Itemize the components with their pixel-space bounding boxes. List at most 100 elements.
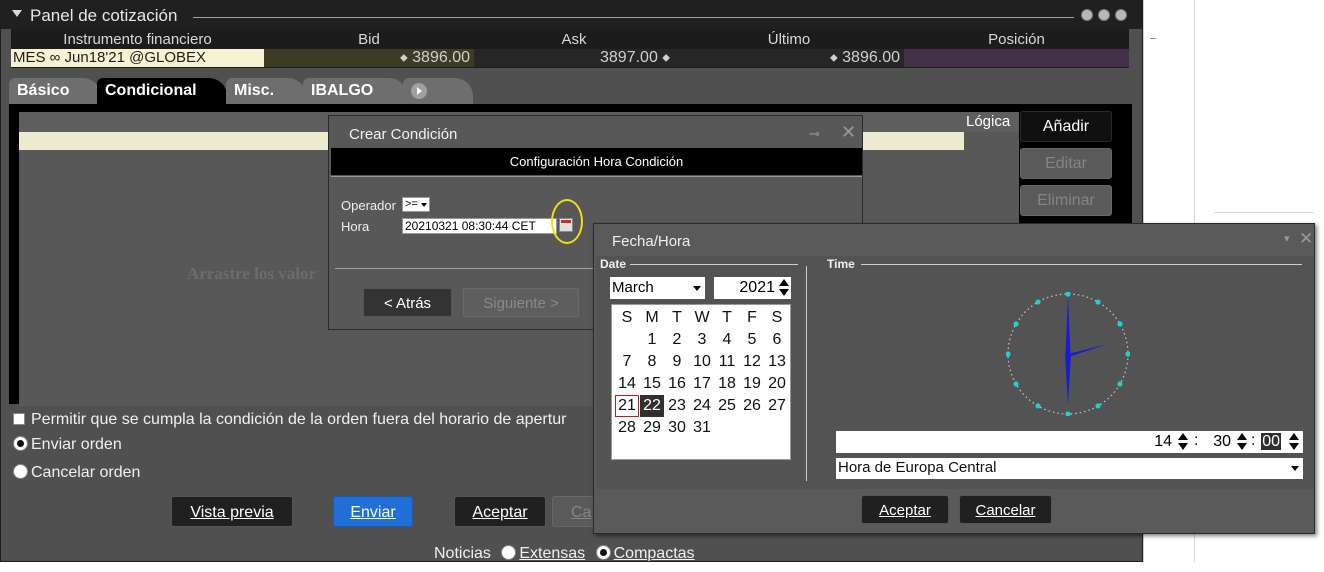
operator-select[interactable]: >= [402, 197, 430, 212]
help-icon[interactable] [1115, 9, 1127, 21]
news-extended-label[interactable]: Extensas [519, 545, 585, 561]
calendar-day[interactable]: 4 [715, 329, 739, 351]
calendar-day[interactable]: 28 [615, 417, 639, 439]
accept-button[interactable]: Aceptar [454, 496, 546, 527]
add-condition-button[interactable]: Añadir [1020, 111, 1112, 142]
send-button[interactable]: Enviar [333, 496, 413, 527]
wrench-icon[interactable] [1098, 9, 1110, 21]
calendar-grid: S M T W T F S 1 2 3 4 5 6 7 8 9 10 11 12 13 14 15 16 17 18 19 20 21… [611, 304, 791, 460]
news-compact-radio[interactable] [595, 545, 611, 560]
tab-ibalgo[interactable]: IBALGO [303, 78, 407, 104]
close-icon[interactable]: ✕ [1299, 229, 1313, 249]
time-colon: : [1251, 432, 1256, 449]
calendar-day[interactable]: 29 [640, 417, 664, 439]
allow-outside-hours-option[interactable]: Permitir que se cumpla la condición de l… [13, 411, 566, 429]
calendar-day[interactable]: 17 [690, 373, 714, 395]
calendar-day[interactable]: 30 [665, 417, 689, 439]
timezone-select[interactable]: Hora de Europa Central [836, 458, 1303, 479]
calendar-day[interactable]: 24 [690, 395, 714, 417]
section-divider [806, 266, 807, 481]
calendar-day[interactable]: 13 [765, 351, 789, 373]
calendar-day[interactable]: 5 [740, 329, 764, 351]
time-colon: : [1194, 432, 1199, 449]
cancel-order-radio[interactable] [13, 464, 28, 479]
spinner-arrows-icon[interactable] [779, 278, 789, 298]
calendar-day[interactable]: 9 [665, 351, 689, 373]
instrument-cell[interactable]: MES ∞ Jun18'21 @GLOBEX [11, 49, 264, 67]
quote-bar: Instrumento financiero Bid Ask Último Po… [11, 29, 1129, 68]
tab-more-button[interactable] [403, 78, 473, 104]
hour-spinner[interactable]: 14 [1136, 431, 1196, 453]
calendar-day[interactable]: 8 [640, 351, 664, 373]
clock-hour-marker [1013, 381, 1019, 387]
month-select[interactable]: March [610, 277, 705, 299]
bid-marker-icon: ◆ [400, 52, 408, 64]
operator-label: Operador [341, 198, 396, 213]
next-button[interactable]: Siguiente > [463, 288, 579, 317]
allow-outside-hours-checkbox[interactable] [13, 413, 25, 425]
delete-condition-button[interactable]: Eliminar [1020, 185, 1112, 216]
calendar-day[interactable]: 23 [665, 395, 689, 417]
tab-condicional[interactable]: Condicional [97, 78, 227, 104]
datetime-accept-button[interactable]: Aceptar [861, 495, 949, 524]
minute-spinner[interactable]: 30 [1202, 431, 1253, 453]
calendar-day[interactable]: 11 [715, 351, 739, 373]
calendar-day[interactable]: 7 [615, 351, 639, 373]
year-spinner[interactable]: 2021 [714, 277, 791, 299]
calendar-day[interactable]: 31 [690, 417, 714, 439]
dropdown-icon[interactable]: ▾ [1284, 232, 1290, 245]
calendar-day[interactable]: 6 [765, 329, 789, 351]
close-icon[interactable]: ✕ [841, 122, 856, 143]
send-order-option[interactable]: Enviar orden [13, 436, 122, 454]
spinner-arrows-icon[interactable] [1178, 432, 1188, 452]
calendar-weekday-header: S [621, 309, 633, 326]
datetime-title: Fecha/Hora [612, 233, 691, 250]
header-ask: Ask [561, 31, 587, 48]
send-order-radio[interactable] [13, 436, 28, 451]
bid-cell[interactable]: ◆ 3896.00 [264, 49, 474, 67]
position-cell[interactable] [904, 49, 1129, 67]
collapse-triangle-icon[interactable] [12, 10, 22, 17]
clock-hour-marker [1006, 351, 1011, 357]
datetime-cancel-button[interactable]: Cancelar [959, 495, 1052, 524]
calendar-day[interactable]: 22 [640, 395, 664, 417]
calendar-day[interactable]: 10 [690, 351, 714, 373]
time-section-label: Time [827, 257, 855, 271]
calendar-day[interactable]: 19 [740, 373, 764, 395]
ask-cell[interactable]: 3897.00 ◆ [474, 49, 674, 67]
edit-condition-button[interactable]: Editar [1020, 148, 1112, 179]
pin-icon[interactable]: ⊸ [809, 126, 820, 142]
cancel-order-option[interactable]: Cancelar orden [13, 464, 140, 482]
link-icon[interactable] [1081, 9, 1093, 21]
calendar-day[interactable]: 14 [615, 373, 639, 395]
logic-column-header: Lógica [966, 113, 1011, 130]
calendar-day[interactable]: 16 [665, 373, 689, 395]
datetime-body: Date Time March 2021 S M T W T F S 1 2 3 4 5 6 7 8 9 10 1… [596, 256, 1314, 489]
calendar-day[interactable]: 18 [715, 373, 739, 395]
news-compact-label[interactable]: Compactas [614, 545, 695, 561]
second-spinner[interactable]: 00 [1257, 431, 1303, 453]
back-button[interactable]: < Atrás [363, 288, 452, 317]
tab-misc[interactable]: Misc. [226, 78, 306, 104]
spinner-arrows-icon[interactable] [1237, 432, 1247, 452]
calendar-day[interactable]: 1 [640, 329, 664, 351]
calendar-day[interactable]: 12 [740, 351, 764, 373]
calendar-day[interactable]: 26 [740, 395, 764, 417]
last-cell[interactable]: ◆ 3896.00 [674, 49, 904, 67]
calendar-day[interactable]: 25 [715, 395, 739, 417]
calendar-weekday-header: S [771, 309, 783, 326]
calendar-day[interactable]: 21 [615, 395, 639, 417]
news-extended-radio[interactable] [501, 545, 517, 560]
spinner-arrows-icon[interactable] [1289, 432, 1299, 452]
time-label: Hora [341, 219, 370, 234]
preview-button[interactable]: Vista previa [171, 496, 293, 527]
hour-value: 14 [1154, 433, 1172, 450]
calendar-day[interactable]: 2 [665, 329, 689, 351]
calendar-weekday-header: W [694, 309, 710, 326]
calendar-day[interactable]: 20 [765, 373, 789, 395]
tab-basico[interactable]: Básico [9, 78, 101, 104]
calendar-day[interactable]: 3 [690, 329, 714, 351]
calendar-day[interactable]: 27 [765, 395, 789, 417]
time-input[interactable]: 20210321 08:30:44 CET [402, 218, 557, 234]
calendar-day[interactable]: 15 [640, 373, 664, 395]
